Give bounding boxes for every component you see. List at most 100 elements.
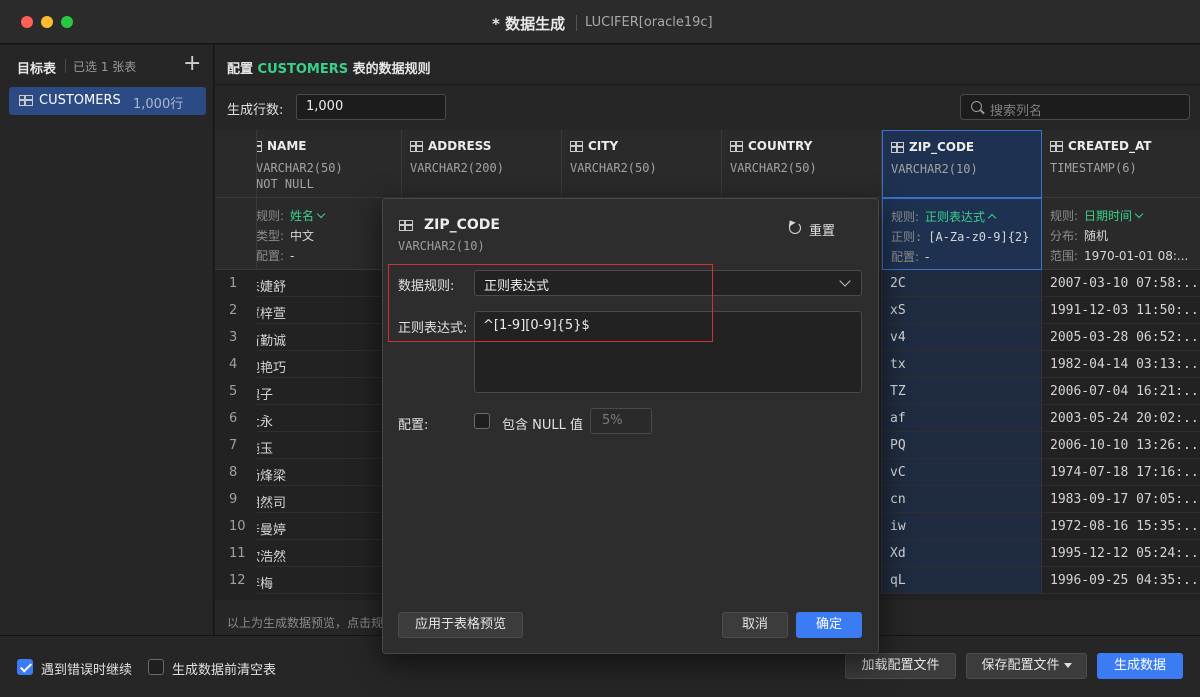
apply-to-preview-button[interactable]: 应用于表格预览 (398, 612, 523, 638)
rule-value: 正则表达式 (925, 210, 986, 224)
cell-name[interactable]: 李梅 (257, 567, 402, 594)
rule-sub-label: 分布: (1050, 229, 1079, 243)
cell-zip-code[interactable]: v4 (882, 324, 1042, 351)
column-icon (570, 141, 583, 152)
cancel-button[interactable]: 取消 (722, 612, 788, 638)
zoom-window-button[interactable] (61, 16, 73, 28)
column-name: ZIP_CODE (891, 140, 974, 154)
column-icon (257, 141, 262, 152)
column-type: VARCHAR2(50) (730, 161, 817, 175)
clear-before-checkbox[interactable] (148, 659, 164, 675)
column-name-text: NAME (267, 139, 307, 153)
rule-sub-value: 中文 (290, 229, 315, 243)
rows-input[interactable]: 1,000 (296, 94, 446, 120)
column-rule-name[interactable]: 规则: 姓名 类型: 中文 配置: - (257, 198, 402, 270)
column-rule-created-at[interactable]: 规则: 日期时间 分布: 随机 范围: 1970-01-01 08:... (1042, 198, 1200, 270)
cell-name[interactable]: 魏子 (257, 378, 402, 405)
cell-zip-code[interactable]: tx (882, 351, 1042, 378)
close-window-button[interactable] (21, 16, 33, 28)
minimize-window-button[interactable] (41, 16, 53, 28)
cell-zip-code[interactable]: vC (882, 459, 1042, 486)
rule-config-value: - (925, 250, 930, 264)
cell-name[interactable]: 施玉 (257, 432, 402, 459)
reset-icon[interactable] (789, 222, 801, 234)
table-icon (19, 95, 33, 106)
column-header-address[interactable]: ADDRESS VARCHAR2(200) (402, 130, 562, 198)
column-rule-dialog: ZIP_CODE VARCHAR2(10) 重置 数据规则: 正则表达式 正则表… (382, 198, 879, 654)
cell-name[interactable]: 辛曼婷 (257, 513, 402, 540)
window-title: * 数据生成 (492, 15, 566, 33)
cell-name[interactable]: 覃梓萱 (257, 297, 402, 324)
continue-on-error-checkbox[interactable] (17, 659, 33, 675)
cell-created-at[interactable]: 2005-03-28 06:52:... (1042, 324, 1200, 351)
cell-created-at[interactable]: 1983-09-17 07:05:... (1042, 486, 1200, 513)
highlight-box (388, 264, 713, 342)
cell-created-at[interactable]: 1995-12-12 05:24:... (1042, 540, 1200, 567)
add-table-button[interactable]: + (183, 51, 201, 77)
column-header-city[interactable]: CITY VARCHAR2(50) (562, 130, 722, 198)
cell-created-at[interactable]: 2006-10-10 13:26:... (1042, 432, 1200, 459)
rule-config-label: 配置: (891, 250, 920, 264)
cell-created-at[interactable]: 2006-07-04 16:21:... (1042, 378, 1200, 405)
cell-name[interactable]: 苗勤诚 (257, 324, 402, 351)
search-icon (971, 101, 982, 112)
column-header-name[interactable]: NAME VARCHAR2(50) NOT NULL (257, 130, 402, 198)
cell-zip-code[interactable]: PQ (882, 432, 1042, 459)
cell-created-at[interactable]: 1996-09-25 04:35:... (1042, 567, 1200, 594)
column-header-created-at[interactable]: CREATED_AT TIMESTAMP(6) (1042, 130, 1200, 198)
cell-zip-code[interactable]: xS (882, 297, 1042, 324)
null-percent-input[interactable]: 5% (590, 408, 652, 434)
cell-zip-code[interactable]: 2C (882, 270, 1042, 297)
cell-name[interactable]: 朱婕舒 (257, 270, 402, 297)
column-search-input[interactable]: 搜索列名 (960, 94, 1190, 120)
sidebar-item-customers[interactable]: CUSTOMERS 1,000行 (9, 87, 206, 115)
sidebar-title: 目标表 (17, 62, 57, 77)
config-title: 配置 CUSTOMERS 表的数据规则 (227, 58, 431, 77)
cell-name[interactable]: 鲍艳巧 (257, 351, 402, 378)
column-icon (730, 141, 743, 152)
clear-before-label: 生成数据前清空表 (172, 663, 277, 678)
cell-created-at[interactable]: 1972-08-16 15:35:... (1042, 513, 1200, 540)
chevron-down-icon (839, 275, 851, 287)
cell-zip-code[interactable]: iw (882, 513, 1042, 540)
column-header-country[interactable]: COUNTRY VARCHAR2(50) (722, 130, 882, 198)
cell-name[interactable]: 杨烽梁 (257, 459, 402, 486)
reset-button[interactable]: 重置 (809, 220, 835, 239)
column-name: NAME (257, 139, 306, 153)
cell-created-at[interactable]: 1982-04-14 03:13:... (1042, 351, 1200, 378)
cell-zip-code[interactable]: Xd (882, 540, 1042, 567)
cell-zip-code[interactable]: TZ (882, 378, 1042, 405)
cell-zip-code[interactable]: af (882, 405, 1042, 432)
cell-zip-code[interactable]: cn (882, 486, 1042, 513)
dialog-title: ZIP_CODE (424, 217, 500, 233)
config-title-suffix: 表的数据规则 (348, 62, 431, 77)
rule-sub-value: [A-Za-z0-9]{2} (928, 230, 1030, 244)
column-rule-zip-code[interactable]: 规则: 正则表达式 正则: [A-Za-z0-9]{2} 配置: - (882, 198, 1042, 270)
cell-name[interactable]: 胡然司 (257, 486, 402, 513)
title-bar: * 数据生成 LUCIFER[oracle19c] (0, 0, 1200, 44)
cell-created-at[interactable]: 1991-12-03 11:50:... (1042, 297, 1200, 324)
load-config-button[interactable]: 加载配置文件 (845, 653, 956, 679)
cell-created-at[interactable]: 1974-07-18 17:16:... (1042, 459, 1200, 486)
row-number: 3 (229, 330, 238, 345)
column-name-text: CREATED_AT (1068, 139, 1152, 153)
rule-value: 日期时间 (1084, 209, 1133, 223)
cell-created-at[interactable]: 2007-03-10 07:58:... (1042, 270, 1200, 297)
rule-config-label: 配置: (257, 249, 285, 263)
ok-button[interactable]: 确定 (796, 612, 862, 638)
rule-value: 姓名 (290, 209, 315, 223)
column-header-zip-code[interactable]: ZIP_CODE VARCHAR2(10) (882, 130, 1042, 198)
save-config-label: 保存配置文件 (981, 658, 1060, 673)
cell-zip-code[interactable]: qL (882, 567, 1042, 594)
generate-data-button[interactable]: 生成数据 (1097, 653, 1183, 679)
connection-name: LUCIFER[oracle19c] (585, 15, 713, 30)
cell-name[interactable]: 欧浩然 (257, 540, 402, 567)
cell-name[interactable]: 杜永 (257, 405, 402, 432)
cell-created-at[interactable]: 2003-05-24 20:02:... (1042, 405, 1200, 432)
row-number-header (215, 130, 257, 198)
preview-hint: 以上为生成数据预览，点击规 (227, 616, 384, 630)
rule-sub-label: 正则: (891, 230, 923, 244)
include-null-checkbox[interactable] (474, 413, 490, 429)
column-name: COUNTRY (730, 139, 812, 153)
save-config-button[interactable]: 保存配置文件 (966, 653, 1087, 679)
